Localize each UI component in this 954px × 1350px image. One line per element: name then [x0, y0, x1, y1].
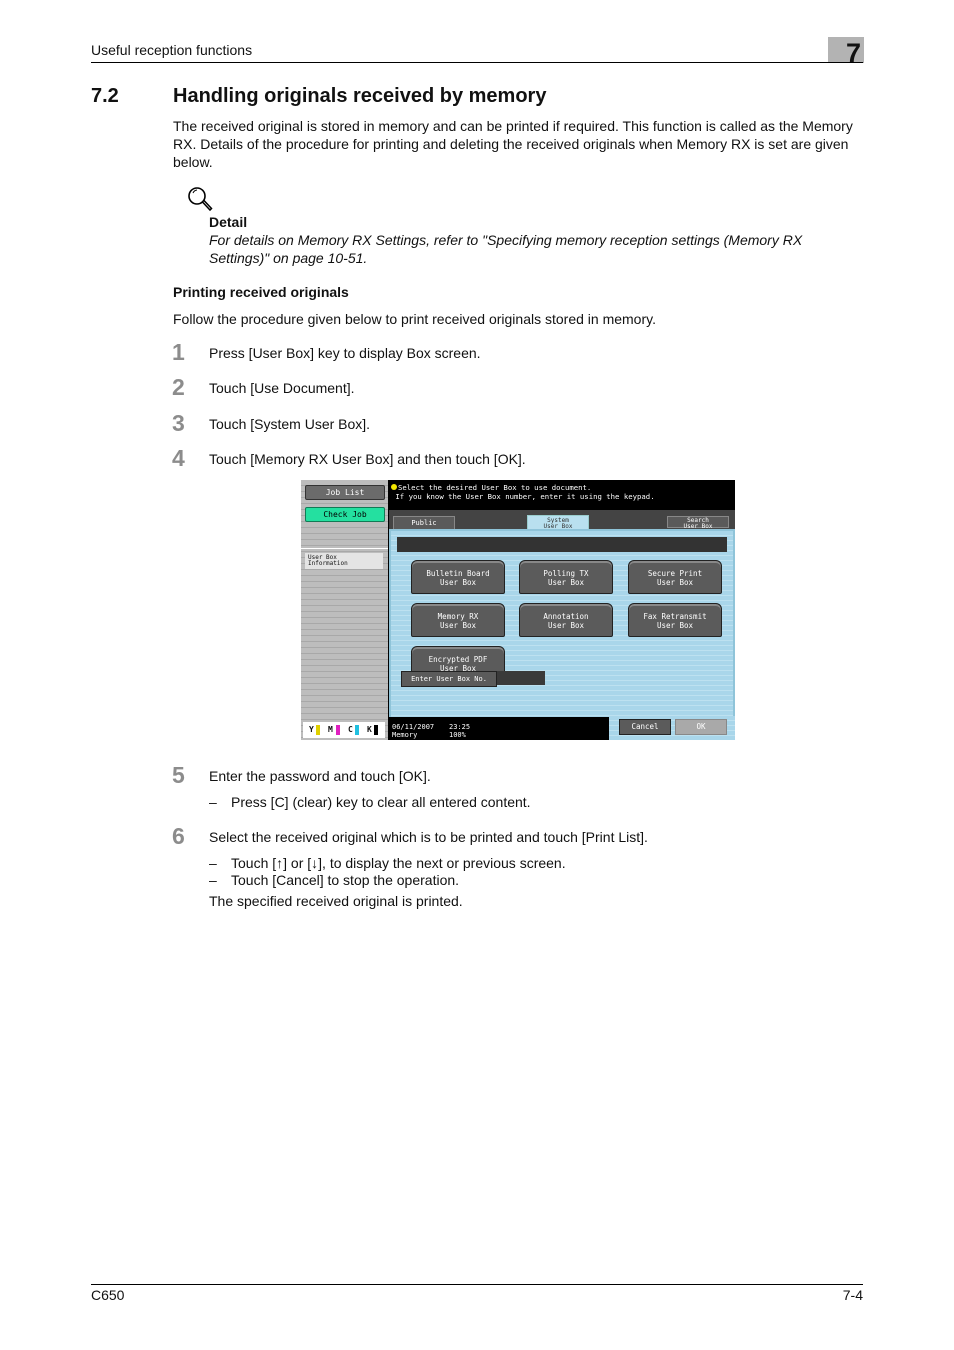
header-rule [91, 62, 863, 63]
sub-step-text: Touch [Cancel] to stop the operation. [231, 872, 460, 888]
box-list: Bulletin Board User Box Polling TX User … [389, 529, 735, 721]
status-memory-label: Memory [392, 731, 418, 739]
bullet-dash: – [209, 794, 217, 810]
step-number: 5 [172, 762, 185, 788]
toner-indicator: Y M C K [303, 722, 385, 738]
intro-paragraph: The received original is stored in memor… [173, 118, 853, 170]
toner-label: Y [309, 725, 314, 734]
step-result: The specified received original is print… [209, 893, 463, 909]
toner-black-bar [374, 725, 378, 735]
status-time: 23:25 [449, 723, 471, 731]
box-name-display [397, 537, 727, 552]
step-number: 1 [172, 339, 185, 365]
message-text: Select the desired User Box to use docum… [395, 483, 655, 501]
status-memory-value: 100% [449, 731, 466, 739]
section-title: Handling originals received by memory [173, 85, 547, 107]
polling-tx-box-button[interactable]: Polling TX User Box [519, 560, 613, 594]
step-text: Touch [System User Box]. [209, 416, 371, 432]
sub-step-text: Touch [↑] or [↓], to display the next or… [231, 855, 566, 871]
divider [301, 548, 388, 549]
step-text: Touch [Memory RX User Box] and then touc… [209, 451, 526, 467]
tab-system-user-box[interactable]: System User Box [527, 515, 589, 530]
control-panel-screenshot: Job List Check Job User Box Information … [301, 480, 735, 740]
footer-model: C650 [91, 1287, 125, 1303]
info-bulb-icon [391, 484, 397, 490]
subheading-intro: Follow the procedure given below to prin… [173, 311, 656, 327]
tab-public[interactable]: Public [393, 516, 455, 530]
toner-cyan-bar [355, 725, 359, 735]
toner-label: K [367, 725, 372, 734]
bullet-dash: – [209, 855, 217, 871]
status-bar: 06/11/2007 23:25 Memory 100% [389, 717, 609, 740]
bullet-dash: – [209, 872, 217, 888]
detail-label: Detail [209, 214, 248, 230]
left-panel: Job List Check Job User Box Information … [301, 480, 388, 740]
search-user-box-button[interactable]: Search User Box [667, 516, 729, 530]
step-text: Enter the password and touch [OK]. [209, 768, 431, 784]
step-number: 2 [172, 374, 185, 400]
magnifier-icon [188, 187, 213, 212]
instruction-message: Select the desired User Box to use docum… [391, 483, 655, 501]
toner-magenta-bar [336, 725, 340, 735]
toner-label: C [348, 725, 353, 734]
step-text: Select the received original which is to… [209, 829, 648, 845]
check-job-button[interactable]: Check Job [305, 507, 385, 522]
step-text: Press [User Box] key to display Box scre… [209, 345, 481, 361]
step-number: 4 [172, 445, 185, 471]
bulletin-board-box-button[interactable]: Bulletin Board User Box [411, 560, 505, 594]
fax-retransmit-box-button[interactable]: Fax Retransmit User Box [628, 603, 722, 637]
footer-rule [91, 1284, 863, 1285]
footer-page-number: 7-4 [842, 1287, 863, 1303]
status-date: 06/11/2007 [392, 723, 435, 731]
chapter-number: 7 [846, 38, 862, 68]
detail-text: For details on Memory RX Settings, refer… [209, 232, 803, 266]
step-text: Touch [Use Document]. [209, 380, 355, 396]
secure-print-box-button[interactable]: Secure Print User Box [628, 560, 722, 594]
user-box-information-button[interactable]: User Box Information [305, 553, 383, 569]
job-list-button[interactable]: Job List [305, 485, 385, 500]
action-bar: Cancel OK [609, 716, 735, 740]
enter-user-box-no-button[interactable]: Enter User Box No. [401, 671, 497, 687]
step-number: 6 [172, 823, 185, 849]
sub-step-text: Press [C] (clear) key to clear all enter… [231, 794, 531, 810]
memory-rx-box-button[interactable]: Memory RX User Box [411, 603, 505, 637]
annotation-box-button[interactable]: Annotation User Box [519, 603, 613, 637]
ok-button[interactable]: OK [675, 719, 727, 735]
subheading: Printing received originals [173, 284, 349, 300]
user-box-no-field[interactable] [497, 671, 545, 685]
step-number: 3 [172, 410, 185, 436]
toner-yellow-bar [316, 725, 320, 735]
user-box-area: Public System User Box Search User Box B… [389, 510, 735, 721]
section-number: 7.2 [91, 85, 119, 107]
cancel-button[interactable]: Cancel [619, 719, 671, 735]
toner-label: M [328, 725, 333, 734]
running-header: Useful reception functions [91, 42, 253, 58]
